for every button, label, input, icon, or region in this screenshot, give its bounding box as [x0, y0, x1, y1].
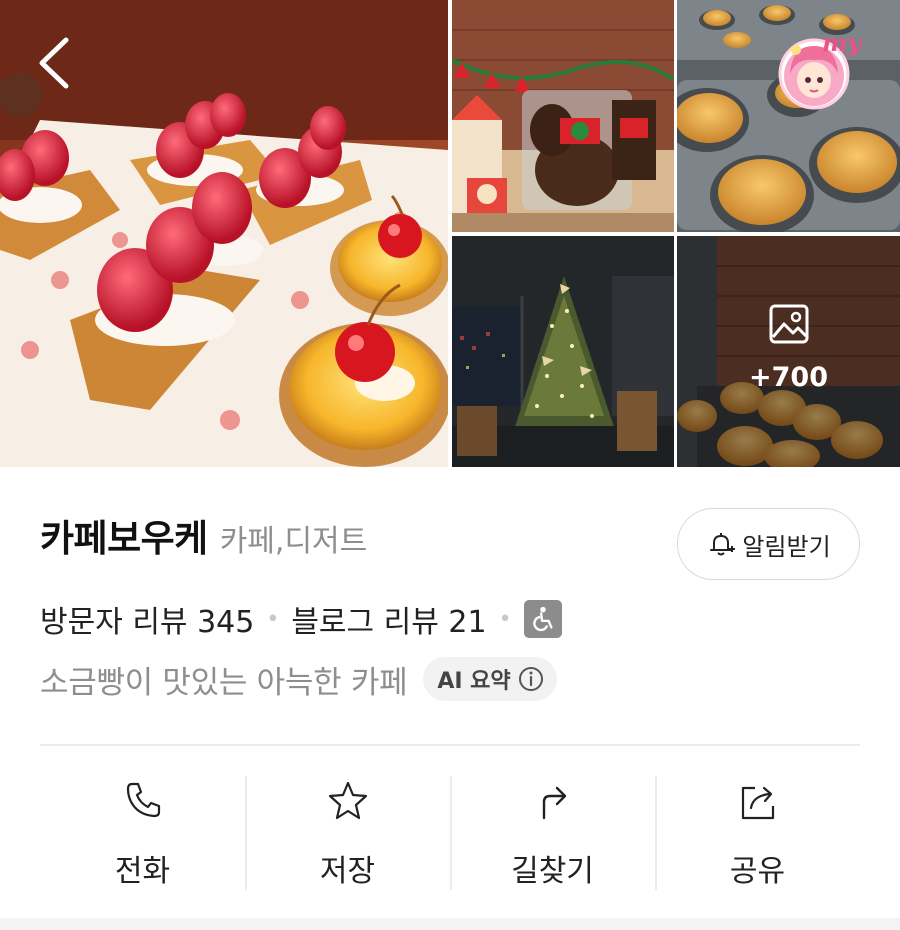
- avatar-my-label: my: [822, 28, 862, 57]
- my-avatar-button[interactable]: my: [770, 18, 866, 110]
- bell-plus-icon: [710, 533, 736, 556]
- wheelchair-accessible-icon[interactable]: [523, 600, 562, 638]
- section-divider: [40, 744, 860, 746]
- image-icon: [769, 304, 809, 344]
- photo-christmas-tree[interactable]: [452, 236, 674, 467]
- review-row: 방문자 리뷰 345 • 블로그 리뷰 21 •: [40, 594, 562, 644]
- bottom-section-band: [0, 918, 900, 930]
- directions-icon: [542, 786, 566, 820]
- action-bar: 전화 저장 길찾기 공유: [40, 776, 860, 890]
- save-label: 저장: [319, 854, 376, 889]
- blog-review-link[interactable]: 블로그 리뷰 21: [291, 597, 486, 641]
- photo-christmas-gifts[interactable]: [452, 0, 674, 232]
- save-button[interactable]: 저장: [245, 776, 450, 890]
- share-icon: [741, 786, 774, 820]
- ai-summary-row: 소금빵이 맛있는 아늑한 카페 AI 요약: [40, 654, 557, 704]
- place-category: 카페,디저트: [219, 524, 368, 559]
- ai-summary-label: AI 요약: [437, 669, 511, 694]
- share-label: 공유: [729, 854, 786, 889]
- place-name: 카페보우케: [40, 517, 208, 560]
- back-button[interactable]: [28, 32, 84, 94]
- star-icon: [328, 781, 367, 820]
- separator-dot: •: [266, 606, 280, 632]
- place-detail-page: my +700 카페보우케 카페,디저트 알림받기 방문자 리뷰 345 • 블…: [0, 0, 900, 930]
- visitor-review-link[interactable]: 방문자 리뷰 345: [40, 597, 254, 641]
- ai-summary-text: 소금빵이 맛있는 아늑한 카페: [40, 664, 408, 701]
- separator-dot: •: [498, 606, 512, 632]
- more-photos-count: +700: [749, 362, 828, 393]
- info-icon: [518, 667, 543, 691]
- ai-summary-chip[interactable]: AI 요약: [423, 657, 557, 701]
- call-button[interactable]: 전화: [40, 776, 245, 890]
- phone-icon: [126, 782, 160, 818]
- call-label: 전화: [114, 854, 171, 889]
- photo-gallery: my +700: [0, 0, 900, 467]
- directions-label: 길찾기: [511, 854, 594, 889]
- more-photos-button[interactable]: +700: [677, 236, 900, 467]
- share-button[interactable]: 공유: [655, 776, 860, 890]
- title-row: 카페보우케 카페,디저트: [40, 508, 367, 568]
- notification-subscribe-button[interactable]: 알림받기: [677, 508, 860, 580]
- notification-subscribe-label: 알림받기: [742, 532, 831, 561]
- chevron-left-icon: [39, 37, 69, 89]
- directions-button[interactable]: 길찾기: [450, 776, 655, 890]
